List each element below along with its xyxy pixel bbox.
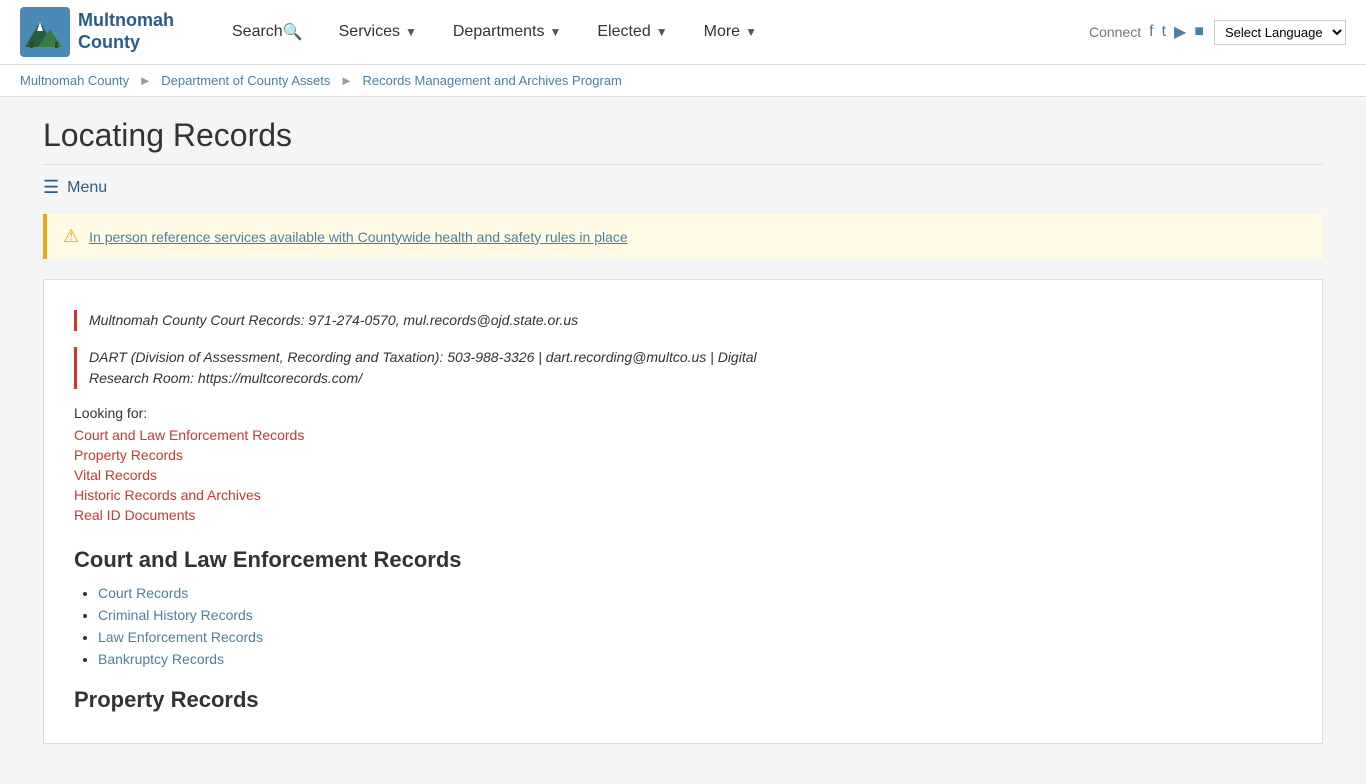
dart-info: DART (Division of Assessment, Recording …	[74, 347, 1292, 389]
list-item: Law Enforcement Records	[98, 629, 1292, 645]
logo-link[interactable]: Multnomah County	[20, 7, 174, 57]
top-navigation-bar: Multnomah County Search 🔍 Services ▼ Dep…	[0, 0, 1366, 65]
hamburger-icon: ☰	[43, 177, 59, 198]
chevron-down-icon: ▼	[405, 25, 417, 39]
looking-for-link-property[interactable]: Property Records	[74, 447, 183, 463]
nav-departments[interactable]: Departments ▼	[435, 0, 579, 65]
search-icon: 🔍	[283, 22, 303, 42]
main-card: Multnomah County Court Records: 971-274-…	[43, 279, 1323, 744]
bankruptcy-link[interactable]: Bankruptcy Records	[98, 651, 224, 667]
looking-for-label: Looking for:	[74, 405, 1292, 421]
law-enforcement-link[interactable]: Law Enforcement Records	[98, 629, 263, 645]
logo-icon	[20, 7, 70, 57]
criminal-history-link[interactable]: Criminal History Records	[98, 607, 253, 623]
menu-label: Menu	[67, 179, 107, 197]
alert-message: In person reference services available w…	[89, 229, 628, 245]
breadcrumb-separator: ►	[340, 73, 353, 88]
chevron-down-icon: ▼	[656, 25, 668, 39]
list-item: Court Records	[98, 585, 1292, 601]
menu-toggle[interactable]: ☰ Menu	[43, 177, 1323, 198]
list-item: Criminal History Records	[98, 607, 1292, 623]
page-title: Locating Records	[43, 117, 1323, 165]
youtube-icon[interactable]: ▶	[1174, 22, 1186, 42]
looking-for-link-vital[interactable]: Vital Records	[74, 467, 157, 483]
dart-line1: DART (Division of Assessment, Recording …	[89, 349, 757, 365]
twitter-icon[interactable]: t	[1162, 23, 1166, 41]
looking-for-section: Looking for: Court and Law Enforcement R…	[74, 405, 1292, 523]
breadcrumb-home[interactable]: Multnomah County	[20, 73, 129, 88]
court-law-section-heading: Court and Law Enforcement Records	[74, 547, 1292, 573]
breadcrumb-separator: ►	[139, 73, 152, 88]
list-item: Court and Law Enforcement Records	[74, 427, 1292, 443]
connect-label: Connect	[1089, 24, 1141, 40]
alert-link[interactable]: In person reference services available w…	[89, 229, 628, 245]
nav-services[interactable]: Services ▼	[321, 0, 435, 65]
court-records-text: Multnomah County Court Records: 971-274-…	[89, 310, 1292, 331]
facebook-icon[interactable]: f	[1149, 23, 1153, 41]
dart-line2: Research Room: https://multcorecords.com…	[89, 370, 362, 386]
dart-text: DART (Division of Assessment, Recording …	[89, 347, 1292, 389]
instagram-icon[interactable]: ■	[1194, 23, 1204, 41]
chevron-down-icon: ▼	[549, 25, 561, 39]
page-content: Locating Records ☰ Menu ⚠ In person refe…	[23, 97, 1343, 784]
top-right-area: Connect f t ▶ ■ Select Language	[1089, 20, 1346, 45]
looking-for-list: Court and Law Enforcement Records Proper…	[74, 427, 1292, 523]
breadcrumb-dept[interactable]: Department of County Assets	[161, 73, 330, 88]
nav-search[interactable]: Search 🔍	[214, 0, 321, 65]
list-item: Vital Records	[74, 467, 1292, 483]
logo-text: Multnomah County	[78, 10, 174, 53]
list-item: Property Records	[74, 447, 1292, 463]
list-item: Real ID Documents	[74, 507, 1292, 523]
court-records-info: Multnomah County Court Records: 971-274-…	[74, 310, 1292, 331]
looking-for-link-realid[interactable]: Real ID Documents	[74, 507, 195, 523]
breadcrumb-program[interactable]: Records Management and Archives Program	[362, 73, 621, 88]
nav-more[interactable]: More ▼	[686, 0, 775, 65]
looking-for-link-court[interactable]: Court and Law Enforcement Records	[74, 427, 304, 443]
looking-for-link-historic[interactable]: Historic Records and Archives	[74, 487, 261, 503]
main-navigation: Search 🔍 Services ▼ Departments ▼ Electe…	[214, 0, 1089, 65]
connect-area: Connect f t ▶ ■	[1089, 22, 1204, 42]
list-item: Bankruptcy Records	[98, 651, 1292, 667]
court-records-link[interactable]: Court Records	[98, 585, 188, 601]
breadcrumb: Multnomah County ► Department of County …	[0, 65, 1366, 97]
chevron-down-icon: ▼	[745, 25, 757, 39]
language-selector[interactable]: Select Language	[1214, 20, 1346, 45]
list-item: Historic Records and Archives	[74, 487, 1292, 503]
alert-banner: ⚠ In person reference services available…	[43, 214, 1323, 259]
court-law-records-list: Court Records Criminal History Records L…	[74, 585, 1292, 667]
warning-icon: ⚠	[63, 226, 79, 247]
property-records-heading: Property Records	[74, 687, 1292, 713]
nav-elected[interactable]: Elected ▼	[579, 0, 685, 65]
